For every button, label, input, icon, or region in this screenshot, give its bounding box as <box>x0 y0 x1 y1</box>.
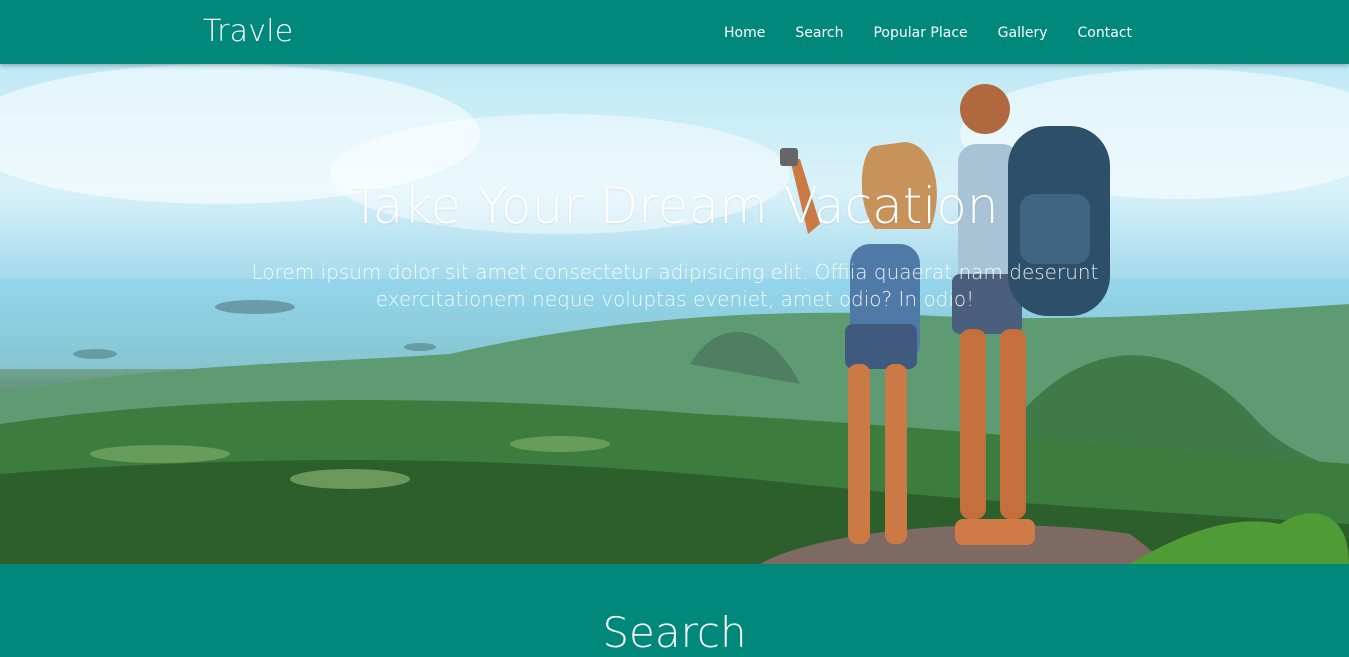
hero-title: Take Your Dream Vacation <box>350 177 999 235</box>
navbar: Travle Home Search Popular Place Gallery… <box>0 0 1349 64</box>
search-section-title: Search <box>602 608 747 657</box>
nav-item-gallery: Gallery <box>998 22 1048 41</box>
nav-link-contact[interactable]: Contact <box>1078 25 1132 41</box>
hero-banner: Take Your Dream Vacation Lorem ipsum dol… <box>0 64 1349 564</box>
nav-link-search[interactable]: Search <box>795 25 843 41</box>
nav-item-search: Search <box>795 22 843 41</box>
hero-background-image <box>0 64 1349 564</box>
nav-item-home: Home <box>724 22 765 41</box>
nav-link-gallery[interactable]: Gallery <box>998 25 1048 41</box>
hero-description: Lorem ipsum dolor sit amet consectetur a… <box>251 260 1099 311</box>
nav-item-popular-place: Popular Place <box>873 22 967 41</box>
nav-menu: Home Search Popular Place Gallery Contac… <box>724 22 1132 41</box>
nav-link-home[interactable]: Home <box>724 25 765 41</box>
search-section: Search <box>0 564 1349 657</box>
brand-logo-link[interactable]: Travle <box>203 14 293 49</box>
nav-link-popular-place[interactable]: Popular Place <box>873 25 967 41</box>
nav-item-contact: Contact <box>1078 22 1132 41</box>
